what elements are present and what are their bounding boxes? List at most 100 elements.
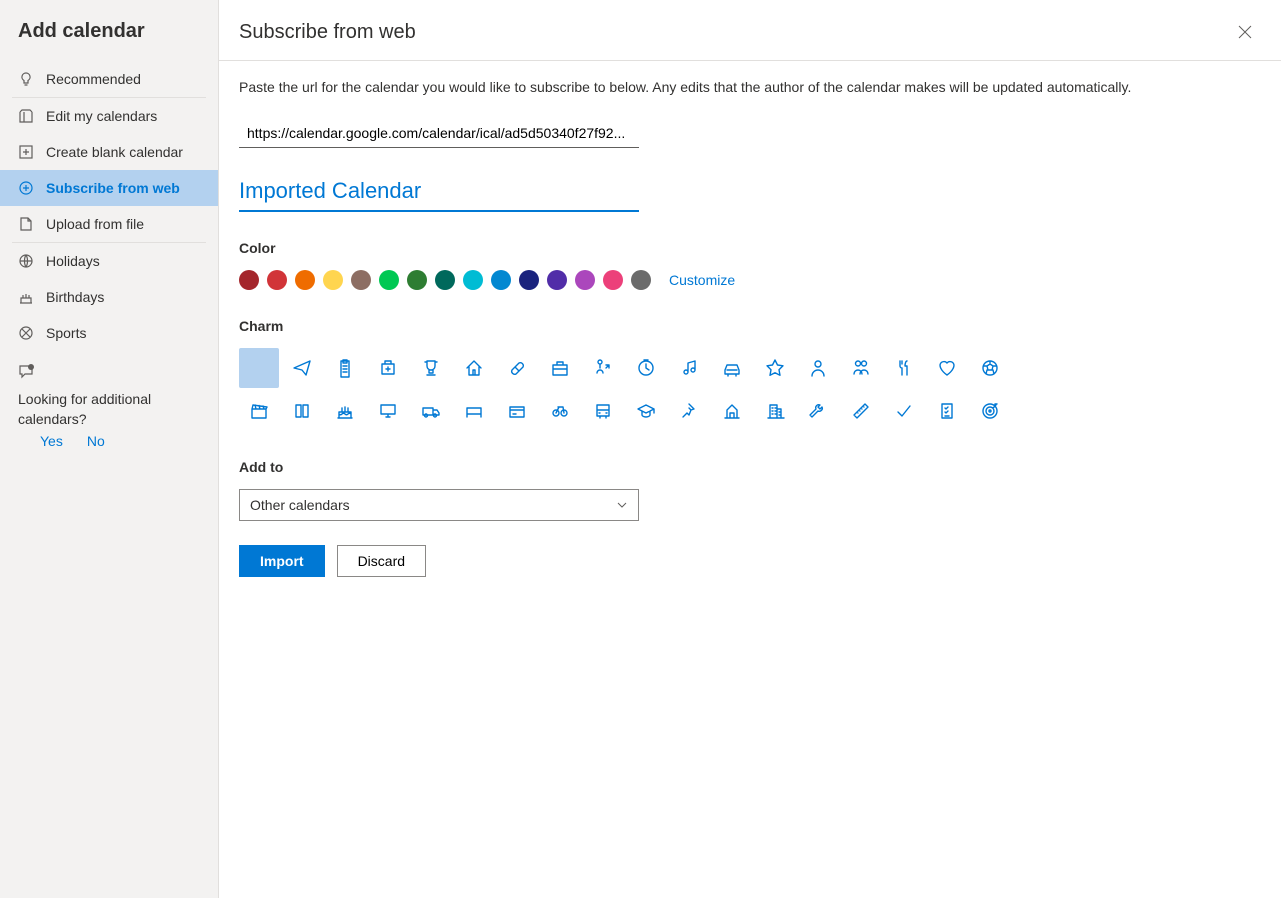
calendar-name-input[interactable] xyxy=(239,172,639,212)
charm-wrench-icon[interactable] xyxy=(798,391,838,431)
sidebar-item-label: Edit my calendars xyxy=(46,108,157,124)
charm-book-icon[interactable] xyxy=(282,391,322,431)
color-swatch-5[interactable] xyxy=(379,270,399,290)
charm-cycle-icon[interactable] xyxy=(540,391,580,431)
charm-cake-icon[interactable] xyxy=(325,391,365,431)
charm-people-icon[interactable] xyxy=(841,348,881,388)
charm-fork-icon[interactable] xyxy=(884,348,924,388)
charm-construction-icon[interactable] xyxy=(712,391,752,431)
sidebar-item-label: Upload from file xyxy=(46,216,144,232)
sidebar-footer: Looking for additional calendars? Yes No xyxy=(0,351,218,461)
web-icon xyxy=(18,180,34,196)
close-button[interactable] xyxy=(1233,20,1257,44)
sidebar-item-create[interactable]: Create blank calendar xyxy=(0,134,218,170)
charm-bus-icon[interactable] xyxy=(583,391,623,431)
addto-label: Add to xyxy=(239,459,1261,475)
url-input[interactable] xyxy=(239,119,639,148)
charm-ruler-icon[interactable] xyxy=(841,391,881,431)
charm-clock-icon[interactable] xyxy=(626,348,666,388)
sidebar-item-birthdays[interactable]: Birthdays xyxy=(0,279,218,315)
color-picker: Customize xyxy=(239,270,1261,290)
sidebar-item-label: Recommended xyxy=(46,71,141,87)
sidebar-item-label: Birthdays xyxy=(46,289,104,305)
lightbulb-icon xyxy=(18,71,34,87)
color-swatch-0[interactable] xyxy=(239,270,259,290)
globe-icon xyxy=(18,253,34,269)
footer-yes-link[interactable]: Yes xyxy=(40,433,63,449)
charm-creditcard-icon[interactable] xyxy=(497,391,537,431)
addto-select[interactable]: Other calendars xyxy=(239,489,639,521)
sidebar-item-subscribe[interactable]: Subscribe from web xyxy=(0,170,218,206)
charm-check-icon[interactable] xyxy=(884,391,924,431)
color-swatch-12[interactable] xyxy=(575,270,595,290)
color-swatch-14[interactable] xyxy=(631,270,651,290)
charm-pill-icon[interactable] xyxy=(497,348,537,388)
color-swatch-1[interactable] xyxy=(267,270,287,290)
charm-checklist-icon[interactable] xyxy=(927,391,967,431)
main-header: Subscribe from web xyxy=(219,0,1281,61)
color-swatch-10[interactable] xyxy=(519,270,539,290)
charm-home-icon[interactable] xyxy=(454,348,494,388)
charm-grad-icon[interactable] xyxy=(626,391,666,431)
charm-music-icon[interactable] xyxy=(669,348,709,388)
charm-none-icon[interactable] xyxy=(239,348,279,388)
sidebar-item-sports[interactable]: Sports xyxy=(0,315,218,351)
sidebar-item-recommended[interactable]: Recommended xyxy=(0,61,218,97)
charm-person-icon[interactable] xyxy=(798,348,838,388)
charm-trophy-icon[interactable] xyxy=(411,348,451,388)
charm-firstaid-icon[interactable] xyxy=(368,348,408,388)
footer-no-link[interactable]: No xyxy=(87,433,105,449)
sidebar-item-edit[interactable]: Edit my calendars xyxy=(0,98,218,134)
sidebar: Add calendar Recommended Edit my calenda… xyxy=(0,0,219,898)
chevron-down-icon xyxy=(616,499,628,511)
sidebar-item-label: Create blank calendar xyxy=(46,144,183,160)
charm-target-icon[interactable] xyxy=(970,391,1010,431)
description-text: Paste the url for the calendar you would… xyxy=(239,79,1261,95)
color-swatch-3[interactable] xyxy=(323,270,343,290)
color-swatch-9[interactable] xyxy=(491,270,511,290)
sports-icon xyxy=(18,325,34,341)
sidebar-title: Add calendar xyxy=(0,0,218,61)
charm-soccer-icon[interactable] xyxy=(970,348,1010,388)
feedback-icon xyxy=(18,363,200,384)
color-swatch-4[interactable] xyxy=(351,270,371,290)
sidebar-item-label: Holidays xyxy=(46,253,100,269)
cake-icon xyxy=(18,289,34,305)
sidebar-item-label: Sports xyxy=(46,325,86,341)
charm-label: Charm xyxy=(239,318,1261,334)
page-title: Subscribe from web xyxy=(239,21,416,44)
charm-car-icon[interactable] xyxy=(712,348,752,388)
charm-briefcase-icon[interactable] xyxy=(540,348,580,388)
sidebar-item-label: Subscribe from web xyxy=(46,180,180,196)
color-swatch-6[interactable] xyxy=(407,270,427,290)
charm-clipboard-icon[interactable] xyxy=(325,348,365,388)
footer-text: Looking for additional calendars? xyxy=(18,390,200,429)
charm-ticket-icon[interactable] xyxy=(454,391,494,431)
create-icon xyxy=(18,144,34,160)
charm-picker xyxy=(239,348,1039,431)
color-label: Color xyxy=(239,240,1261,256)
color-swatch-8[interactable] xyxy=(463,270,483,290)
sidebar-item-holidays[interactable]: Holidays xyxy=(0,243,218,279)
sidebar-item-upload[interactable]: Upload from file xyxy=(0,206,218,242)
main-panel: Subscribe from web Paste the url for the… xyxy=(219,0,1281,898)
charm-van-icon[interactable] xyxy=(411,391,451,431)
charm-plane-icon[interactable] xyxy=(282,348,322,388)
color-swatch-2[interactable] xyxy=(295,270,315,290)
customize-link[interactable]: Customize xyxy=(669,272,735,288)
color-swatch-13[interactable] xyxy=(603,270,623,290)
charm-monitor-icon[interactable] xyxy=(368,391,408,431)
upload-icon xyxy=(18,216,34,232)
discard-button[interactable]: Discard xyxy=(337,545,426,577)
charm-building-icon[interactable] xyxy=(755,391,795,431)
charm-heart-icon[interactable] xyxy=(927,348,967,388)
charm-connect-icon[interactable] xyxy=(583,348,623,388)
import-button[interactable]: Import xyxy=(239,545,325,577)
edit-icon xyxy=(18,108,34,124)
color-swatch-7[interactable] xyxy=(435,270,455,290)
addto-value: Other calendars xyxy=(250,497,350,513)
charm-pin-icon[interactable] xyxy=(669,391,709,431)
color-swatch-11[interactable] xyxy=(547,270,567,290)
charm-star-icon[interactable] xyxy=(755,348,795,388)
charm-clapper-icon[interactable] xyxy=(239,391,279,431)
